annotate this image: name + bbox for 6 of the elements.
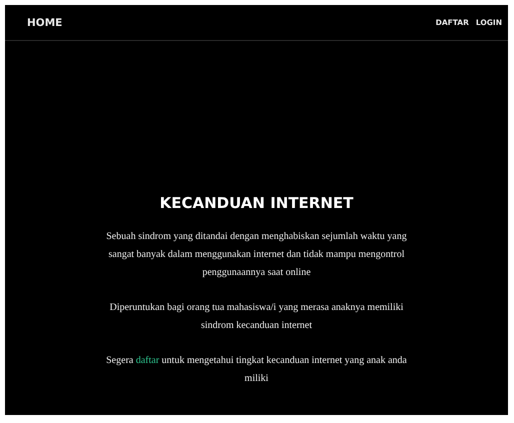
hero-paragraph: Sebuah sindrom yang ditandai dengan menghabiskan sejumlah waktu yang sangat banyak dalam menggunakan internet dan tidak mampu mengontrol penggunaannya saat online bbox=[105, 230, 408, 280]
home-link[interactable]: HOME bbox=[27, 16, 62, 28]
call-to-action-text: Segera daftar untuk mengetahui tingkat kecanduan internet yang anak anda miliki bbox=[105, 354, 408, 386]
hero-title: KECANDUAN INTERNET bbox=[160, 194, 354, 212]
register-link[interactable]: daftar bbox=[136, 355, 160, 366]
hero-paragraph: Diperuntukan bagi orang tua mahasiswa/i yang merasa anaknya memiliki sindrom kecanduan internet bbox=[108, 301, 404, 333]
